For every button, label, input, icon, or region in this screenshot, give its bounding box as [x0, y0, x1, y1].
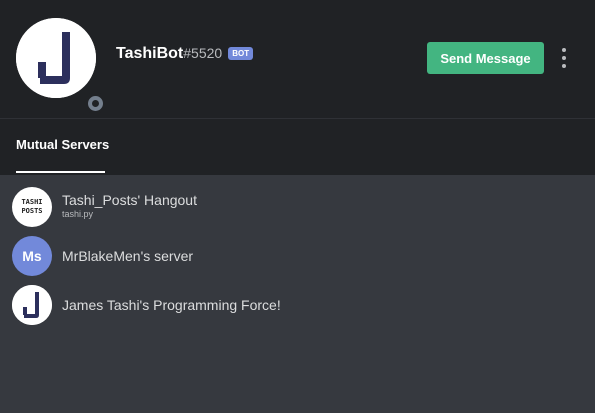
dot-icon	[562, 64, 566, 68]
dot-icon	[562, 56, 566, 60]
server-name: James Tashi's Programming Force!	[62, 297, 281, 313]
list-item-server-james-tashi[interactable]: James Tashi's Programming Force!	[0, 281, 595, 329]
list-item-server-tashi-posts[interactable]: TASHI POSTS Tashi_Posts' Hangout tashi.p…	[0, 183, 595, 231]
server-tashi-posts-icon: TASHI POSTS	[12, 187, 52, 227]
dot-icon	[562, 48, 566, 52]
vertical-ellipsis-icon[interactable]	[556, 48, 572, 68]
server-name: Tashi_Posts' Hangout	[62, 192, 197, 208]
tab-mutual-servers[interactable]: Mutual Servers	[16, 137, 109, 152]
name-row: TashiBot #5520 BOT	[116, 45, 254, 63]
send-message-button[interactable]: Send Message	[427, 42, 544, 74]
letter-j-avatar-icon	[16, 18, 96, 98]
avatar	[16, 18, 96, 98]
bot-tag: BOT	[228, 47, 254, 60]
server-icon-line: TASHI	[21, 198, 43, 206]
discriminator: #5520	[183, 45, 223, 61]
letter-j-icon	[12, 285, 52, 325]
server-icon-line: POSTS	[21, 207, 43, 215]
status-offline-icon	[84, 92, 106, 114]
server-name: MrBlakeMen's server	[62, 248, 194, 264]
letter-j-svg	[12, 285, 52, 325]
server-initials-icon: Ms	[12, 236, 52, 276]
username: TashiBot	[116, 45, 184, 62]
server-subtitle: tashi.py	[62, 209, 94, 219]
list-item-server-mrblakemen[interactable]: Ms MrBlakeMen's server	[0, 232, 595, 280]
profile-header: TashiBot #5520 BOT Send Message Mutual S…	[0, 0, 595, 175]
tab-active-indicator	[16, 171, 105, 173]
profile-avatar-wrap	[16, 18, 106, 114]
header-divider	[0, 118, 595, 119]
